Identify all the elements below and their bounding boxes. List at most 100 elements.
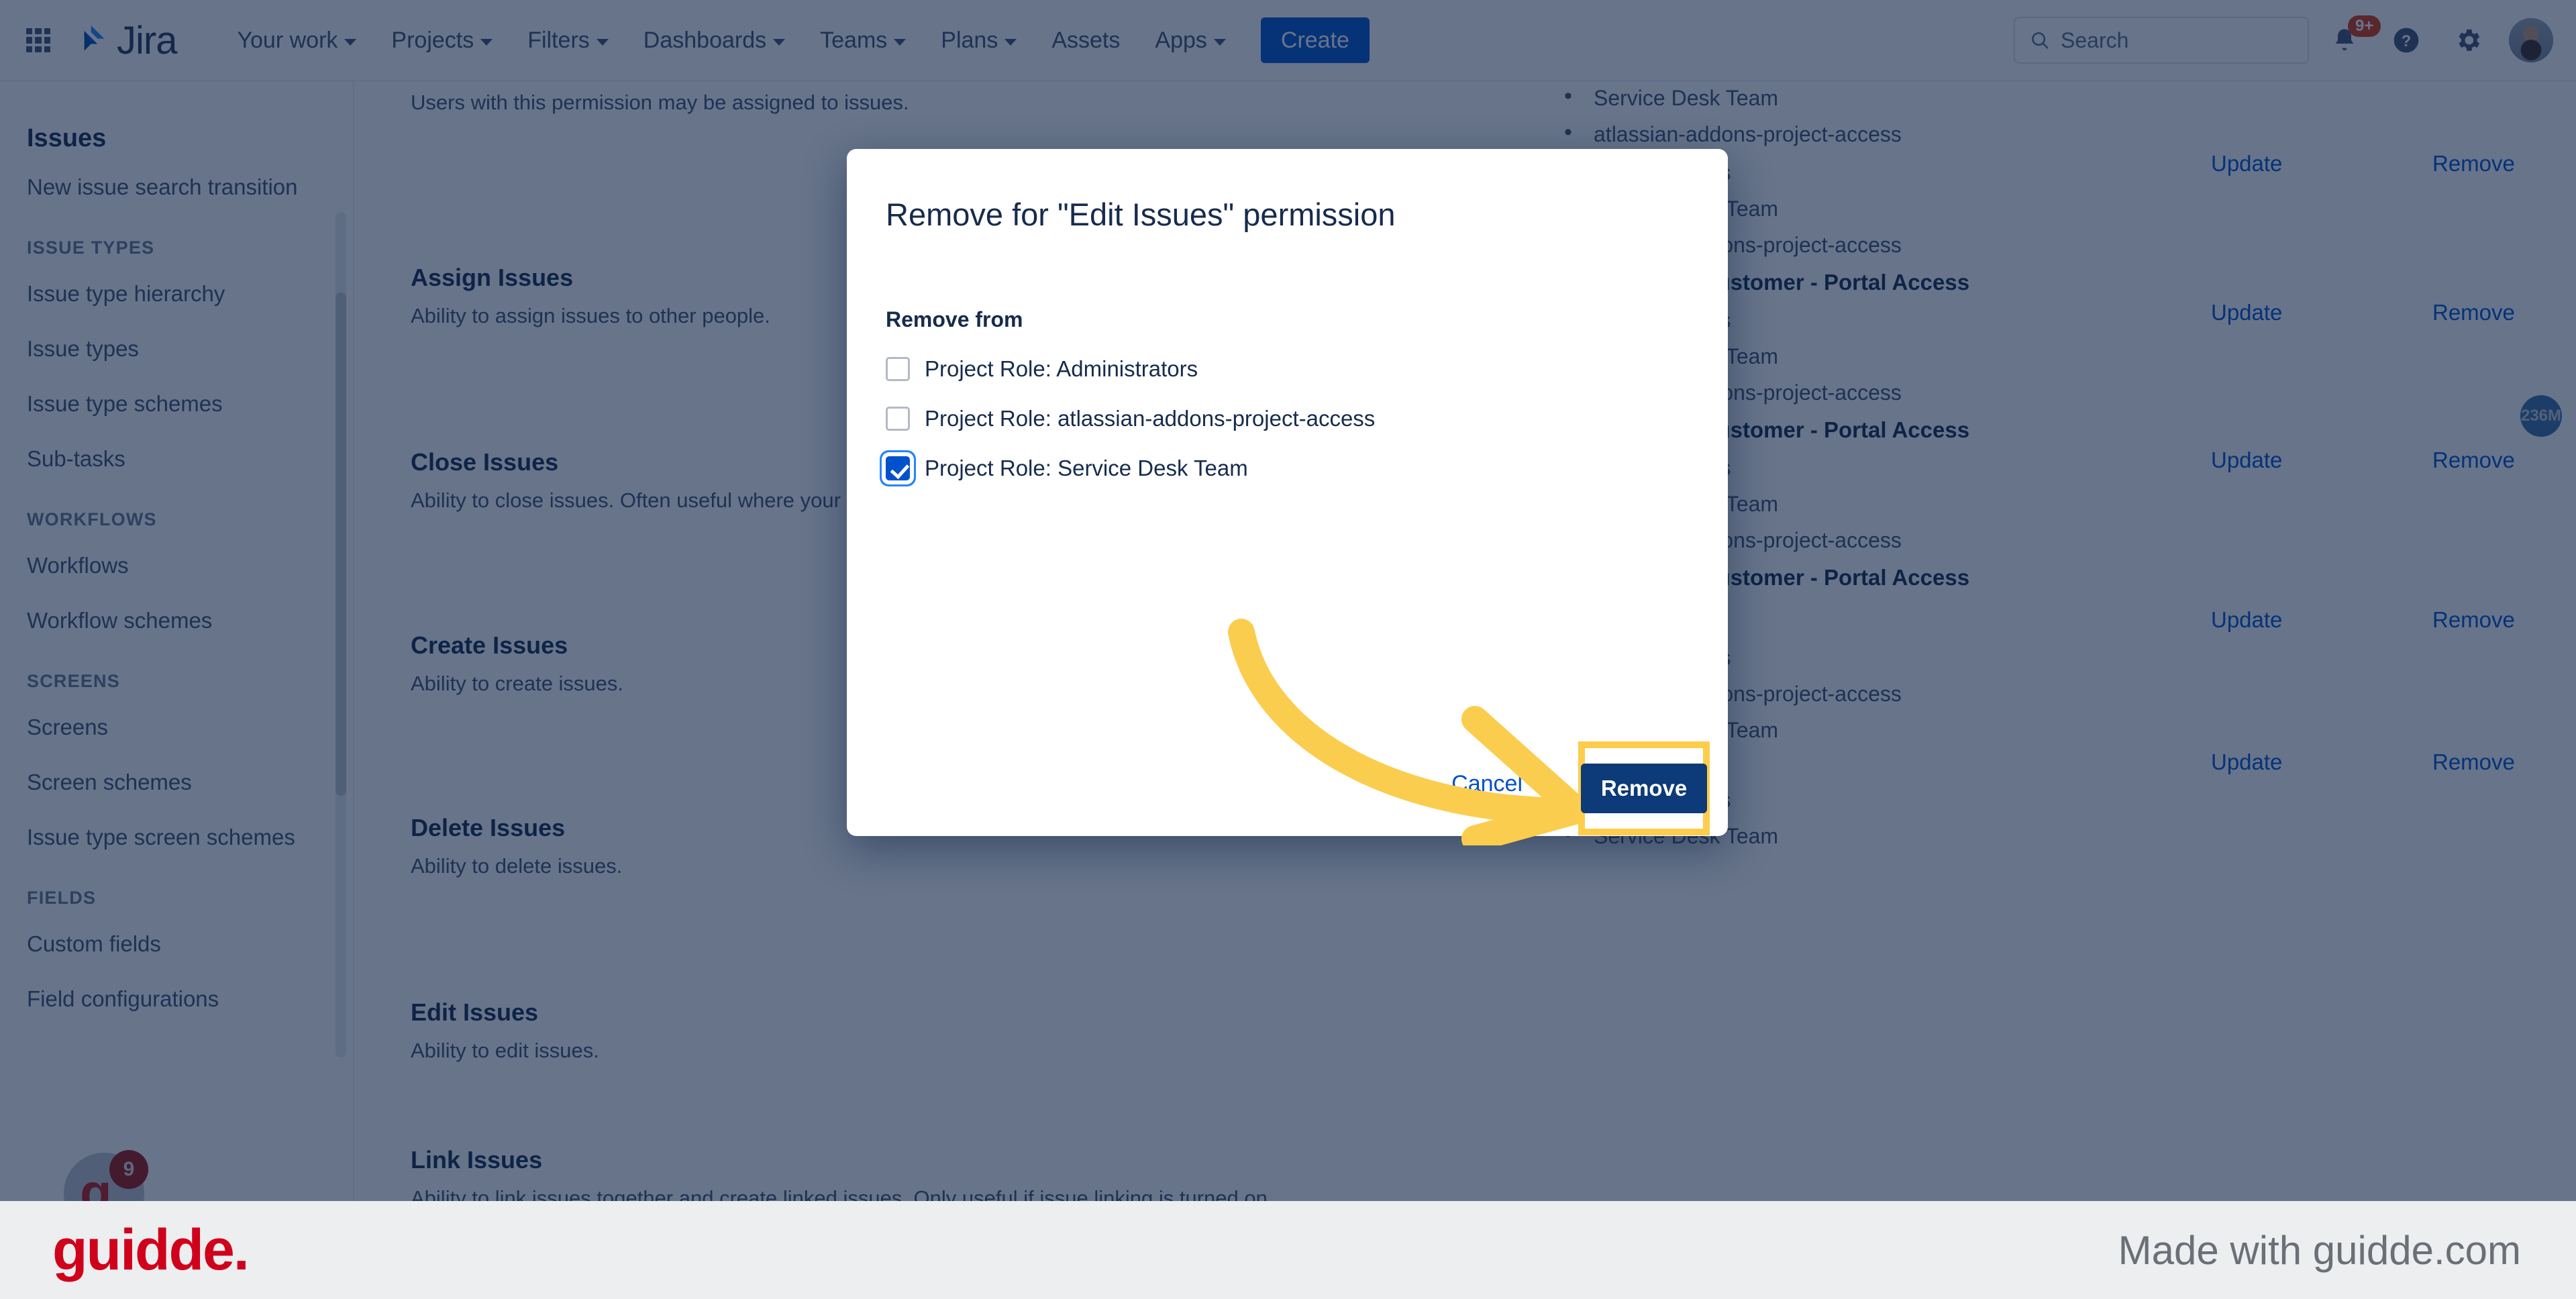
remove-link[interactable]: Remove [2432,151,2515,176]
grant-member: Administrators [1564,158,2575,185]
checkbox-row-service-desk-team[interactable]: Project Role: Service Desk Team [886,456,1689,481]
sidebar-item-issue-type-screen-schemes[interactable]: Issue type screen schemes [0,810,353,865]
search-icon [2032,32,2049,49]
gear-icon [2459,29,2480,51]
nav-item-plans[interactable]: Plans [923,13,1034,67]
help-icon: ? [2393,28,2419,53]
sidebar-item-custom-fields[interactable]: Custom fields [0,917,353,972]
sidebar-item-workflows[interactable]: Workflows [0,538,353,593]
sidebar-section-issue-types: ISSUE TYPES [27,238,155,258]
nav-item-filters[interactable]: Filters [510,13,626,67]
remove-link[interactable]: Remove [2432,300,2515,325]
avatar-image [2509,18,2553,62]
sidebar-section-fields: FIELDS [27,888,97,908]
chevron-down-icon [773,38,786,46]
grant-member: atlassian-addons-project-access [1564,378,2575,405]
guidde-logo: guidde. [52,1217,250,1282]
checkbox-label: Project Role: Administrators [925,356,1198,382]
checkbox-label: Project Role: atlassian-addons-project-a… [925,406,1376,431]
nav-label: Plans [941,27,998,53]
sidebar-item-issue-type-hierarchy[interactable]: Issue type hierarchy [0,266,353,321]
cancel-button[interactable]: Cancel [1439,762,1535,807]
checkbox-row-atlassian-addons-project-access[interactable]: Project Role: atlassian-addons-project-a… [886,406,1689,431]
sidebar-item-issue-types[interactable]: Issue types [0,321,353,376]
dialog-subtitle: Remove from [886,307,1023,332]
notifications-button[interactable]: 9+ [2318,14,2381,66]
nav-item-projects[interactable]: Projects [374,13,510,67]
update-link[interactable]: Update [2211,300,2282,325]
sidebar-item-screen-schemes[interactable]: Screen schemes [0,755,353,810]
chat-widget-mark: g [80,1163,112,1201]
made-with-text: Made with guidde.com [2118,1227,2521,1273]
sidebar-item-new-issue-search-transition[interactable]: New issue search transition [0,160,353,215]
permission-description: Ability to delete issues. [411,854,623,878]
checkbox-row-administrators[interactable]: Project Role: Administrators [886,356,1689,382]
grant-member: atlassian-addons-project-access [1564,525,2575,553]
search-input[interactable]: Search [2014,17,2309,64]
nav-item-assets[interactable]: Assets [1034,13,1137,67]
nav-item-your-work[interactable]: Your work [219,13,374,67]
nav-item-teams[interactable]: Teams [803,13,923,67]
sidebar-section-screens: SCREENS [27,671,120,691]
sidebar-item-workflow-schemes[interactable]: Workflow schemes [0,593,353,648]
grant-member: Service Desk Team [1564,83,2575,111]
sidebar-item-issue-type-schemes[interactable]: Issue type schemes [0,376,353,431]
checkbox-unchecked-icon[interactable] [886,357,910,382]
guidde-footer: guidde. Made with guidde.com [0,1201,2576,1299]
update-link[interactable]: Update [2211,607,2282,633]
grant-block: Project Role Administrators Service Desk… [1535,81,2575,151]
support-chat-widget[interactable]: g 9 [64,1150,148,1201]
grant-member: Administrators [1564,643,2575,670]
status-badge-236m: 236M [2520,395,2562,437]
grant-member: Service Desk Team [1564,489,2575,517]
permission-name: Link Issues [411,1146,543,1174]
grant-member: Service Desk Team [1564,715,2575,743]
permission-info: Assignable User Users with this permissi… [354,81,1535,116]
grant-member: Administrators [1564,305,2575,333]
nav-label: Teams [820,27,888,53]
nav-item-apps[interactable]: Apps [1137,13,1243,67]
chevron-down-icon [894,38,907,46]
nav-label: Your work [237,27,338,53]
settings-button[interactable] [2442,14,2494,66]
remove-link[interactable]: Remove [2432,749,2515,775]
grant-member: atlassian-addons-project-access [1564,119,2575,147]
checkbox-unchecked-icon[interactable] [886,407,910,431]
nav-label: Assets [1051,27,1121,53]
update-link[interactable]: Update [2211,151,2282,176]
remove-button[interactable]: Remove [1580,764,1708,813]
update-link[interactable]: Update [2211,749,2282,775]
sidebar-title: Issues [27,124,107,152]
permission-name: Edit Issues [411,998,539,1026]
permission-description: Ability to link issues together and crea… [411,1186,1274,1201]
scrollbar-thumb[interactable] [336,293,346,796]
update-link[interactable]: Update [2211,448,2282,473]
sidebar: Issues New issue search transition ISSUE… [0,81,354,1201]
grant-member: atlassian-addons-project-access [1564,230,2575,258]
nav-item-dashboards[interactable]: Dashboards [626,13,803,67]
sidebar-item-screens[interactable]: Screens [0,700,353,755]
grant-member: Service Desk Team [1564,342,2575,369]
permission-info: Edit Issues Ability to edit issues. [354,997,1535,1064]
help-button[interactable]: ? [2380,14,2432,66]
create-button[interactable]: Create [1260,17,1370,63]
sidebar-item-sub-tasks[interactable]: Sub-tasks [0,431,353,486]
sidebar-item-field-configurations[interactable]: Field configurations [0,972,353,1027]
app-switcher-icon[interactable] [23,25,54,56]
remove-link[interactable]: Remove [2432,607,2515,633]
permission-row: Link Issues Ability to link issues toget… [354,1145,2576,1201]
nav-label: Dashboards [643,27,767,53]
sidebar-section-workflows: WORKFLOWS [27,509,157,529]
grant-member: Administrators [1564,785,2575,813]
top-navigation-bar: Jira Your work Projects Filters Dashboar… [0,0,2576,81]
jira-app-window: Jira Your work Projects Filters Dashboar… [0,0,2576,1201]
grant-member: atlassian-addons-project-access [1564,679,2575,707]
avatar[interactable] [2509,18,2553,62]
checkbox-checked-icon[interactable] [886,456,910,481]
dialog-title: Remove for "Edit Issues" permission [886,197,1396,232]
remove-link[interactable]: Remove [2432,448,2515,473]
nav-label: Projects [391,27,474,53]
jira-logo[interactable]: Jira [74,18,177,63]
sidebar-scrollbar[interactable] [336,212,346,1057]
nav-left-group: Jira Your work Projects Filters Dashboar… [0,13,1370,67]
